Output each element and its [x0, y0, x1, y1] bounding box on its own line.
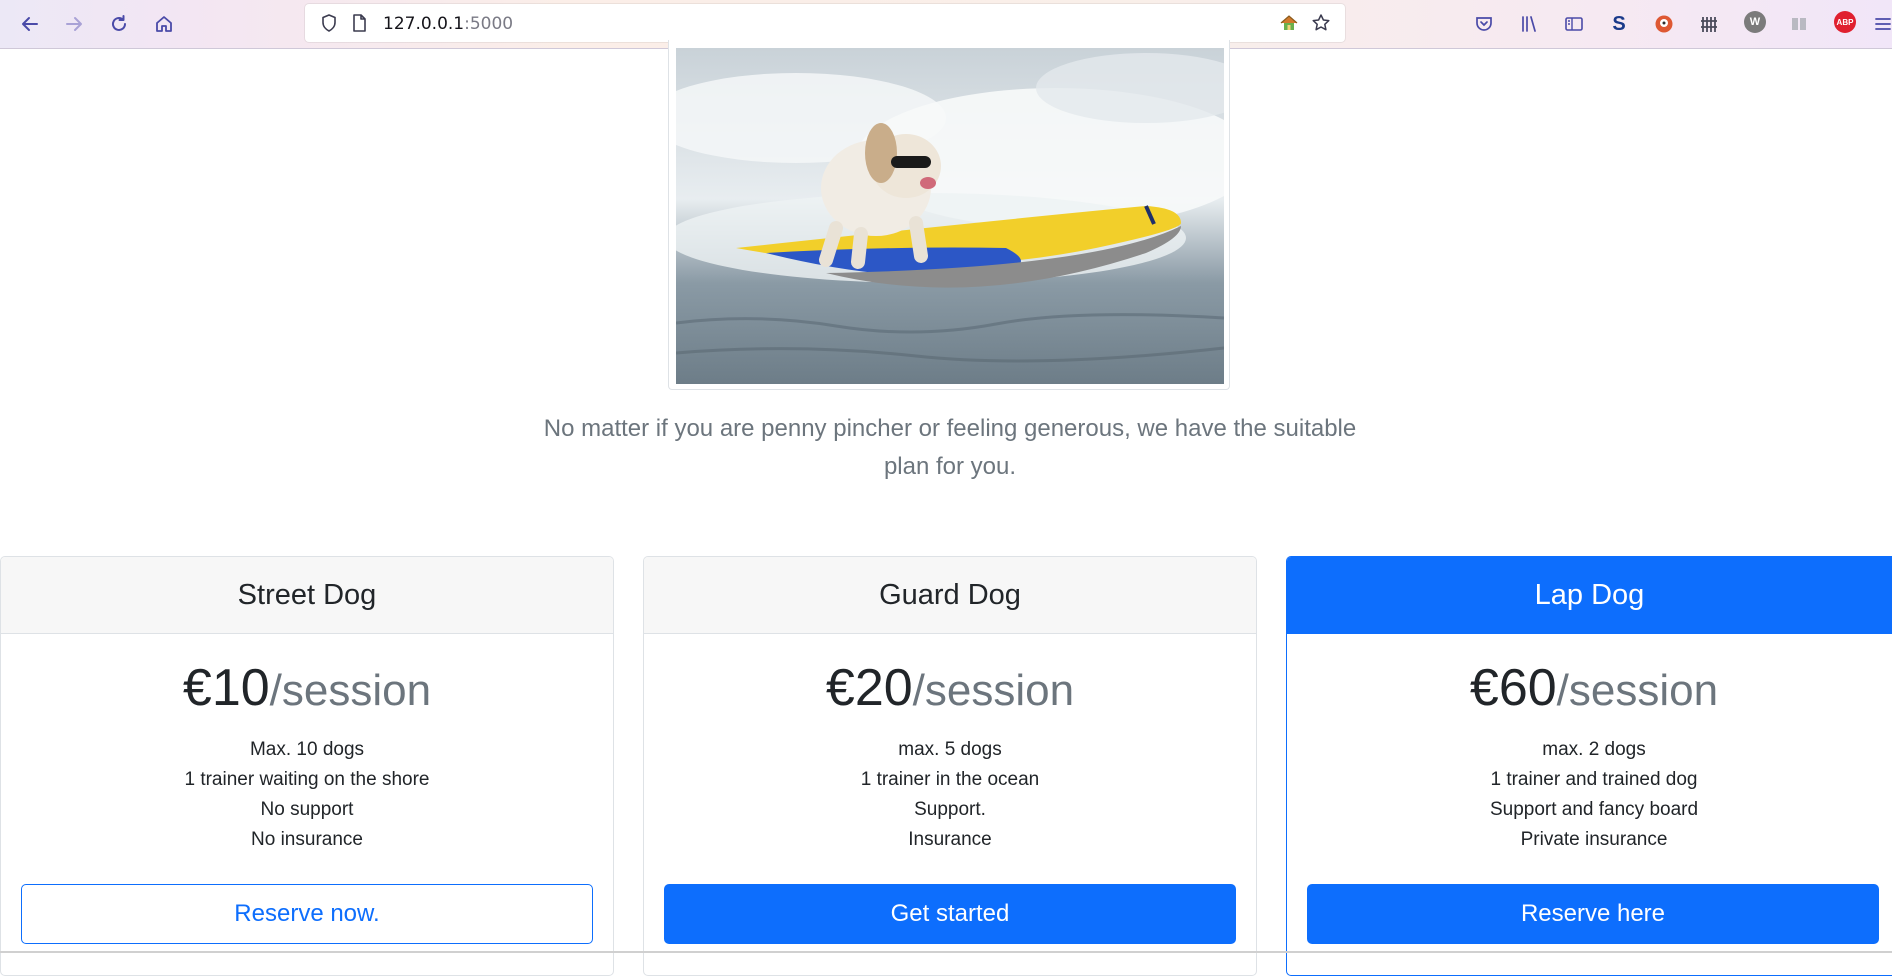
url-text[interactable]: 127.0.0.1:5000: [383, 14, 513, 34]
feature-list: max. 2 dogs 1 trainer and trained dog Su…: [1287, 735, 1892, 855]
card-title: Street Dog: [1, 557, 613, 634]
reserve-here-button[interactable]: Reserve here: [1307, 884, 1879, 944]
lead-text: No matter if you are penny pincher or fe…: [543, 415, 1357, 480]
pricing-card-street-dog: Street Dog €10/session Max. 10 dogs 1 tr…: [0, 556, 614, 976]
w-extension-icon[interactable]: W: [1744, 11, 1766, 33]
reload-icon[interactable]: [103, 8, 135, 40]
sidebar-icon[interactable]: [1558, 8, 1590, 40]
duckduckgo-icon[interactable]: [1648, 8, 1680, 40]
back-arrow-icon[interactable]: [14, 8, 46, 40]
feature-item: max. 2 dogs: [1542, 739, 1646, 760]
library-icon[interactable]: [1513, 8, 1545, 40]
reader-icon[interactable]: [1783, 8, 1815, 40]
feature-item: max. 5 dogs: [898, 739, 1002, 760]
price: €20/session: [644, 656, 1256, 723]
price-period: /session: [269, 666, 432, 715]
page-icon: [349, 13, 369, 33]
w-extension-label: W: [1749, 16, 1761, 28]
feature-item: Private insurance: [1520, 829, 1668, 850]
get-started-button[interactable]: Get started: [664, 884, 1236, 944]
surfing-dog-illustration: [676, 48, 1224, 384]
feature-item: 1 trainer and trained dog: [1490, 769, 1698, 790]
price-period: /session: [912, 666, 1075, 715]
feature-item: Insurance: [908, 829, 992, 850]
s-extension-label: S: [1612, 12, 1626, 35]
price-period: /session: [1556, 666, 1719, 715]
adblock-plus-icon[interactable]: ABP: [1834, 11, 1856, 33]
price: €60/session: [1287, 656, 1892, 723]
url-host: 127.0.0.1: [383, 14, 465, 34]
feature-item: Max. 10 dogs: [249, 739, 365, 760]
price: €10/session: [1, 656, 613, 723]
shield-icon[interactable]: [319, 13, 339, 33]
pocket-icon[interactable]: [1468, 8, 1500, 40]
forward-arrow-icon[interactable]: [58, 8, 90, 40]
pricing-card-guard-dog: Guard Dog €20/session max. 5 dogs 1 trai…: [643, 556, 1257, 976]
hero-image: [676, 48, 1224, 384]
feature-item: 1 trainer waiting on the shore: [184, 769, 430, 790]
adblock-plus-label: ABP: [1836, 17, 1854, 27]
feature-item: Support and fancy board: [1489, 799, 1699, 820]
feature-item: No insurance: [251, 829, 363, 850]
url-port: :5000: [464, 14, 514, 34]
pricing-card-lap-dog: Lap Dog €60/session max. 2 dogs 1 traine…: [1286, 556, 1892, 976]
feature-list: Max. 10 dogs 1 trainer waiting on the sh…: [1, 735, 613, 855]
feature-item: 1 trainer in the ocean: [860, 769, 1040, 790]
reserve-now-button[interactable]: Reserve now.: [21, 884, 593, 944]
price-amount: €10: [182, 659, 270, 717]
s-extension-icon[interactable]: S: [1603, 8, 1635, 40]
feature-item: No support: [260, 799, 354, 820]
price-amount: €60: [1469, 659, 1557, 717]
card-title: Lap Dog: [1287, 557, 1892, 634]
feature-list: max. 5 dogs 1 trainer in the ocean Suppo…: [644, 735, 1256, 855]
price-amount: €20: [825, 659, 913, 717]
menu-icon[interactable]: [1872, 8, 1892, 40]
fence-icon[interactable]: [1693, 8, 1725, 40]
home-icon[interactable]: [148, 8, 180, 40]
house-icon[interactable]: [1279, 13, 1299, 33]
feature-item: Support.: [914, 799, 986, 820]
card-title: Guard Dog: [644, 557, 1256, 634]
url-bar[interactable]: 127.0.0.1:5000: [305, 4, 1345, 42]
bookmark-star-icon[interactable]: [1311, 13, 1331, 33]
